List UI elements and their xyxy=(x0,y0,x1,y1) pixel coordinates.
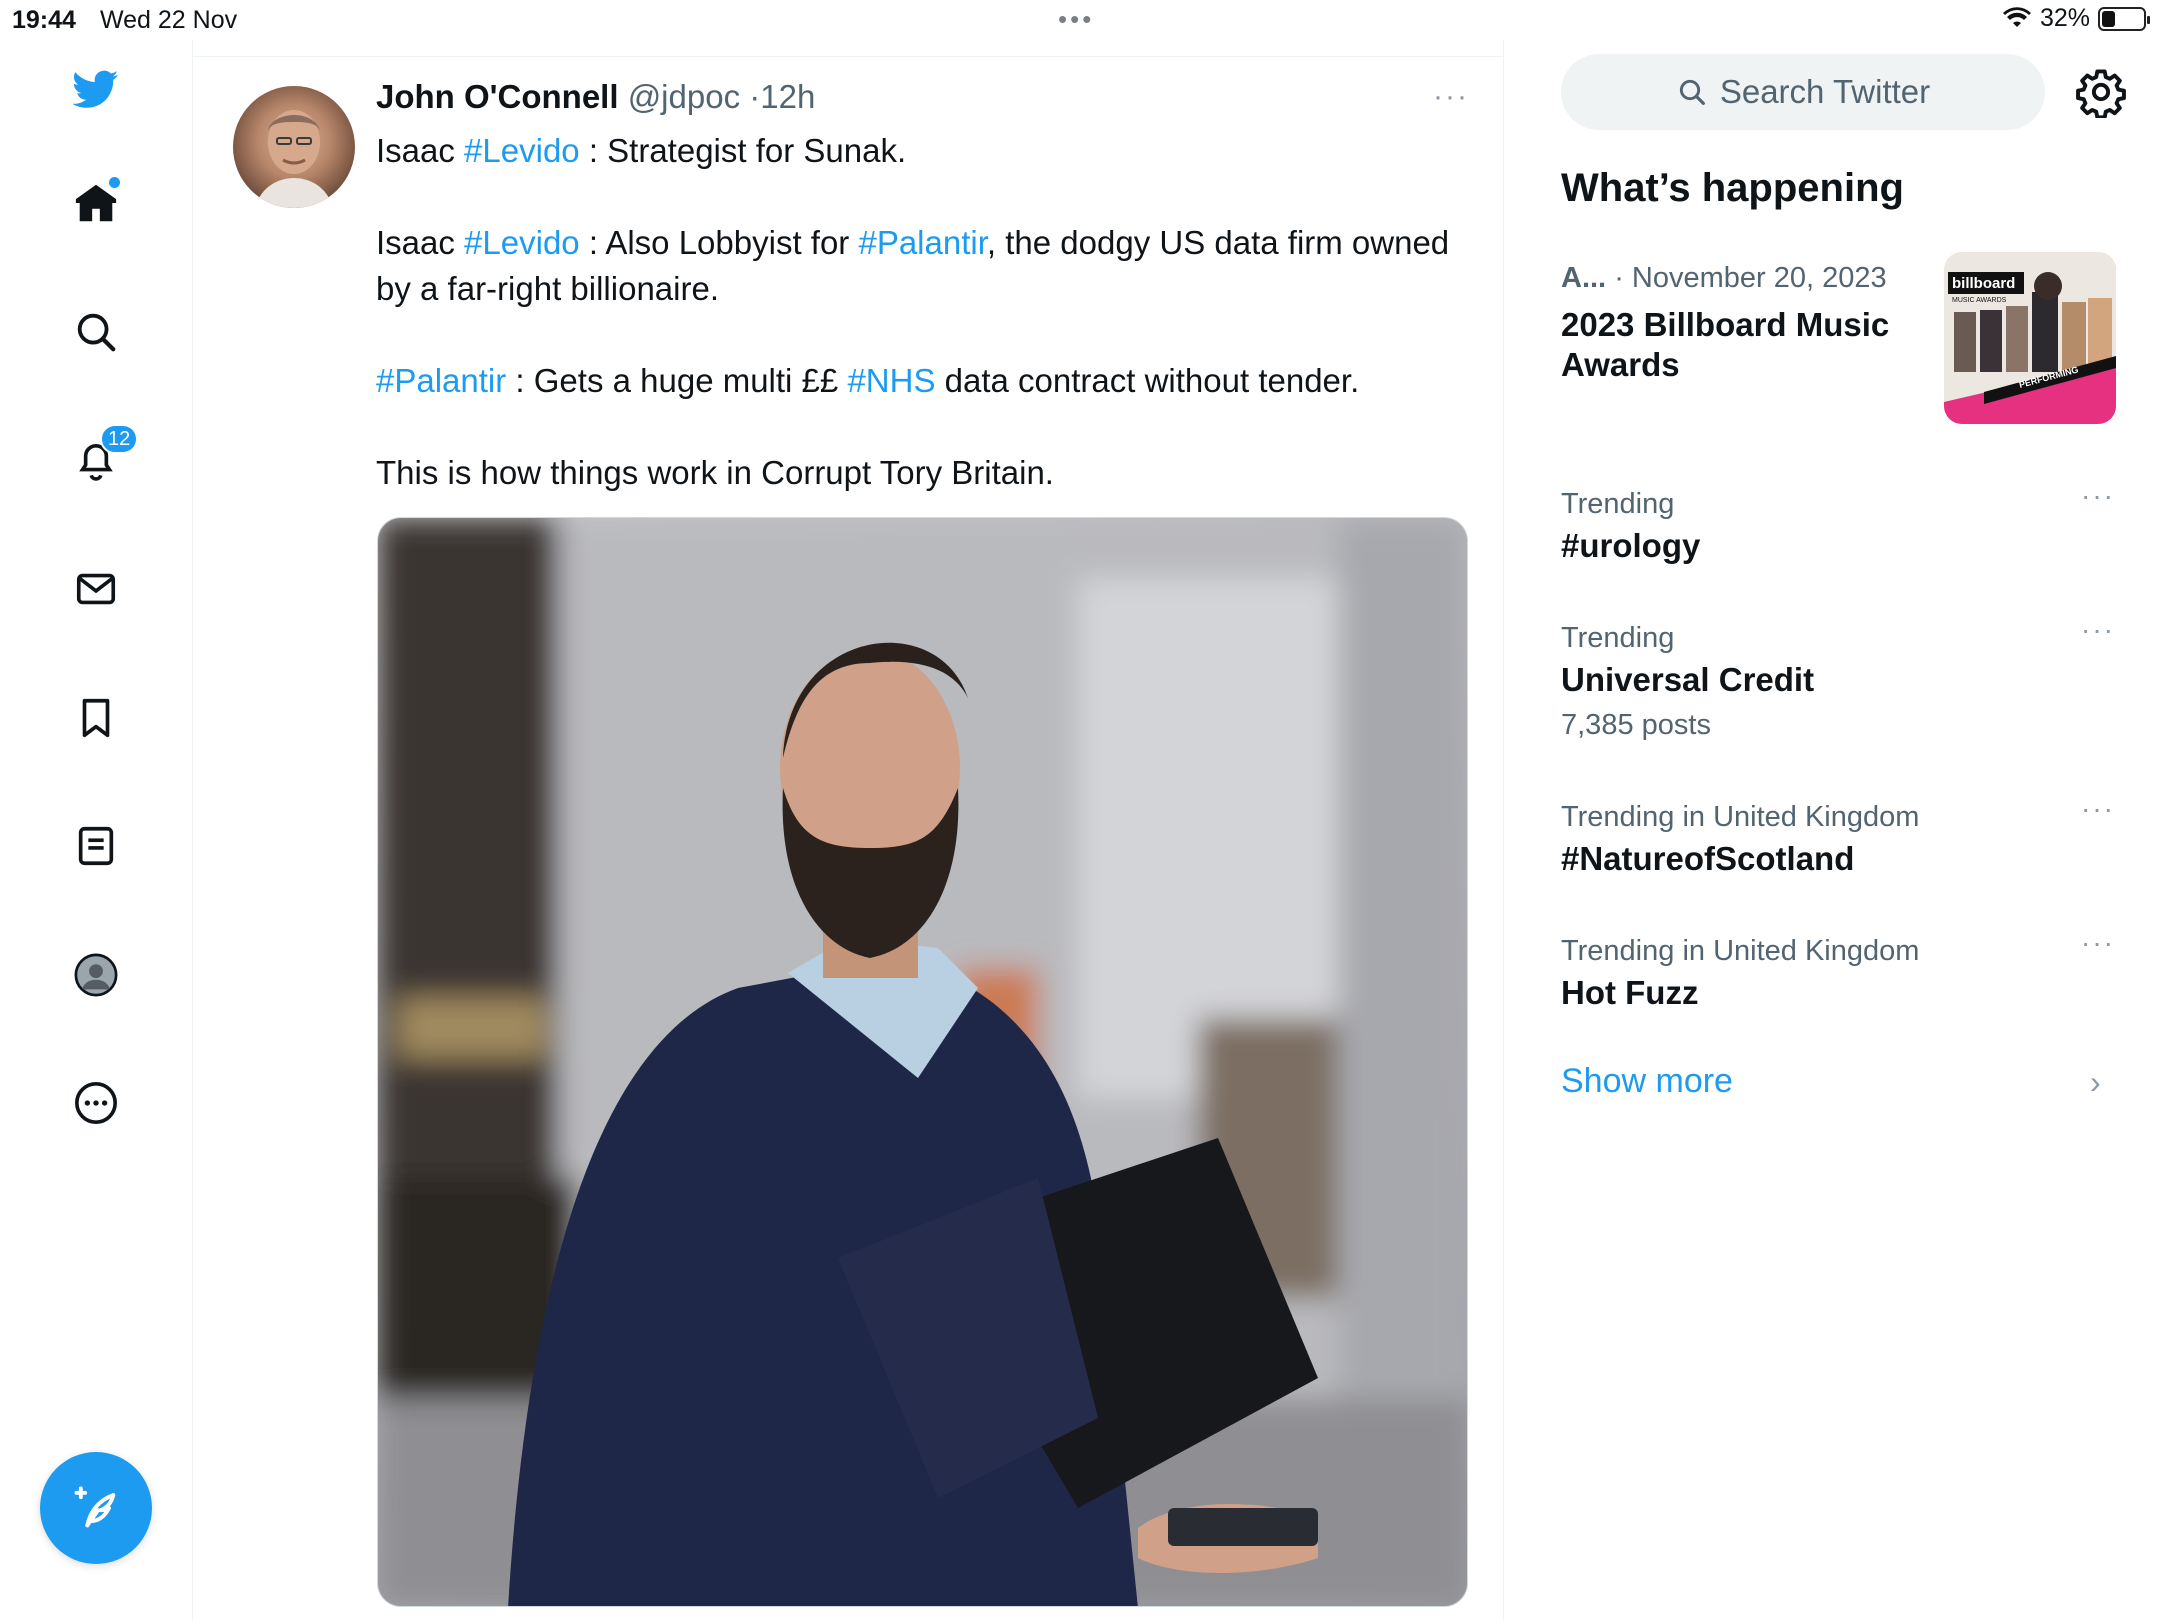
trend-name: #urology xyxy=(1561,527,1701,564)
svg-text:billboard: billboard xyxy=(1952,275,2015,292)
trend-label: Trending xyxy=(1561,488,1675,520)
notifications-badge: 12 xyxy=(100,424,139,454)
tweet-more-icon[interactable]: ··· xyxy=(1433,80,1469,114)
status-date: Wed 22 Nov xyxy=(100,6,238,34)
tweet-paragraph: Isaac #Levido : Also Lobbyist for #Palan… xyxy=(376,220,1476,312)
profile-avatar-icon[interactable] xyxy=(66,945,126,1005)
news-date: · November 20, 2023 xyxy=(1614,262,1887,294)
tweet-photo[interactable] xyxy=(377,517,1468,1607)
news-item[interactable]: A... · November 20, 2023 2023 Billboard … xyxy=(1561,252,2116,437)
status-time: 19:44 xyxy=(12,6,76,34)
battery-fill xyxy=(2102,10,2115,27)
header-separator: · xyxy=(749,78,761,115)
search-input[interactable]: Search Twitter xyxy=(1561,54,2045,130)
tweet-paragraph: Isaac #Levido : Strategist for Sunak. xyxy=(376,128,1476,174)
tweet-text-segment: : Strategist for Sunak. xyxy=(579,132,907,169)
multitasking-dots-icon[interactable]: ••• xyxy=(1058,4,1094,35)
trend-more-icon[interactable]: ··· xyxy=(2081,927,2115,959)
status-bar: 19:44 Wed 22 Nov ••• 32% xyxy=(0,0,2160,40)
settings-gear-icon[interactable] xyxy=(2075,66,2127,118)
hashtag-link[interactable]: #NHS xyxy=(847,362,935,399)
messages-mail-icon[interactable] xyxy=(66,559,126,619)
show-more-link[interactable]: Show more xyxy=(1561,1062,1733,1101)
notifications-bell-icon[interactable]: 12 xyxy=(66,424,139,490)
trend-name: #NatureofScotland xyxy=(1561,840,1855,877)
tweet-text-segment: : Gets a huge multi ££ xyxy=(506,362,848,399)
tweet-text-segment: Isaac xyxy=(376,224,465,261)
tweet-text-segment: : Also Lobbyist for xyxy=(579,224,859,261)
left-nav: 12 xyxy=(0,40,193,1620)
author-name[interactable]: John O'Connell xyxy=(376,78,619,115)
hashtag-link[interactable]: #Levido xyxy=(464,132,580,169)
trend-label: Trending in United Kingdom xyxy=(1561,935,1920,967)
tweet-text-segment: Isaac xyxy=(376,132,465,169)
tweet-text: Isaac #Levido : Strategist for Sunak. Isa… xyxy=(376,128,1476,496)
trend-item[interactable]: Trending #urology ··· xyxy=(1561,480,2121,565)
hashtag-link[interactable]: #Palantir xyxy=(858,224,986,261)
twitter-logo-icon[interactable] xyxy=(66,59,126,119)
news-source: A... xyxy=(1561,262,1607,294)
tweet-paragraph: This is how things work in Corrupt Tory … xyxy=(376,450,1476,496)
trend-name: Universal Credit xyxy=(1561,661,1815,698)
compose-tweet-button[interactable] xyxy=(40,1452,152,1564)
whats-happening-title: What’s happening xyxy=(1561,166,1904,210)
home-icon[interactable] xyxy=(66,173,126,233)
compose-feather-icon xyxy=(74,1486,116,1528)
trend-item[interactable]: Trending in United Kingdom Hot Fuzz ··· xyxy=(1561,927,2121,1012)
tweet-text-segment: data contract without tender. xyxy=(935,362,1360,399)
trend-name: Hot Fuzz xyxy=(1561,974,1699,1011)
wifi-icon xyxy=(2002,6,2031,27)
trend-label: Trending in United Kingdom xyxy=(1561,801,1920,833)
trend-item[interactable]: Trending in United Kingdom #NatureofScot… xyxy=(1561,793,2121,878)
trend-post-count: 7,385 posts xyxy=(1561,709,1711,741)
tweet-paragraph: #Palantir : Gets a huge multi ££ #NHS da… xyxy=(376,358,1476,404)
chevron-right-icon: › xyxy=(2090,1064,2101,1100)
right-sidebar: Search Twitter What’s happening A... · N… xyxy=(1505,40,2160,1620)
search-icon xyxy=(1679,79,1705,105)
hashtag-link[interactable]: #Levido xyxy=(464,224,580,261)
trend-item[interactable]: Trending Universal Credit 7,385 posts ··… xyxy=(1561,614,2121,742)
tweet-time[interactable]: 12h xyxy=(760,78,815,115)
author-handle[interactable]: @jdpoc xyxy=(628,78,740,115)
trend-label: Trending xyxy=(1561,622,1675,654)
search-placeholder: Search Twitter xyxy=(1719,73,1931,110)
news-title: 2023 Billboard Music Awards xyxy=(1561,306,1890,383)
trend-more-icon[interactable]: ··· xyxy=(2081,480,2115,512)
status-right: 32% xyxy=(2002,4,2150,33)
author-avatar[interactable] xyxy=(233,86,355,208)
tweet-text-segment: This is how things work in Corrupt Tory … xyxy=(376,454,1054,491)
battery-percent: 32% xyxy=(2039,4,2090,32)
hashtag-link[interactable]: #Palantir xyxy=(376,362,506,399)
bookmark-icon[interactable] xyxy=(66,688,126,748)
more-options-icon[interactable] xyxy=(66,1073,126,1133)
lists-icon[interactable] xyxy=(66,816,126,876)
search-icon[interactable] xyxy=(66,302,126,362)
tweet-header: John O'Connell @jdpoc ·12h xyxy=(376,78,815,116)
trend-more-icon[interactable]: ··· xyxy=(2081,614,2115,646)
svg-text:MUSIC AWARDS: MUSIC AWARDS xyxy=(1952,297,2007,304)
home-unread-dot xyxy=(109,177,120,188)
news-thumbnail: billboard MUSIC AWARDS PERFORMING xyxy=(1944,252,2116,424)
trend-more-icon[interactable]: ··· xyxy=(2081,793,2115,825)
battery-icon xyxy=(2098,6,2150,31)
timeline: John O'Connell @jdpoc ·12h ··· Isaac #Le… xyxy=(193,40,1504,1620)
